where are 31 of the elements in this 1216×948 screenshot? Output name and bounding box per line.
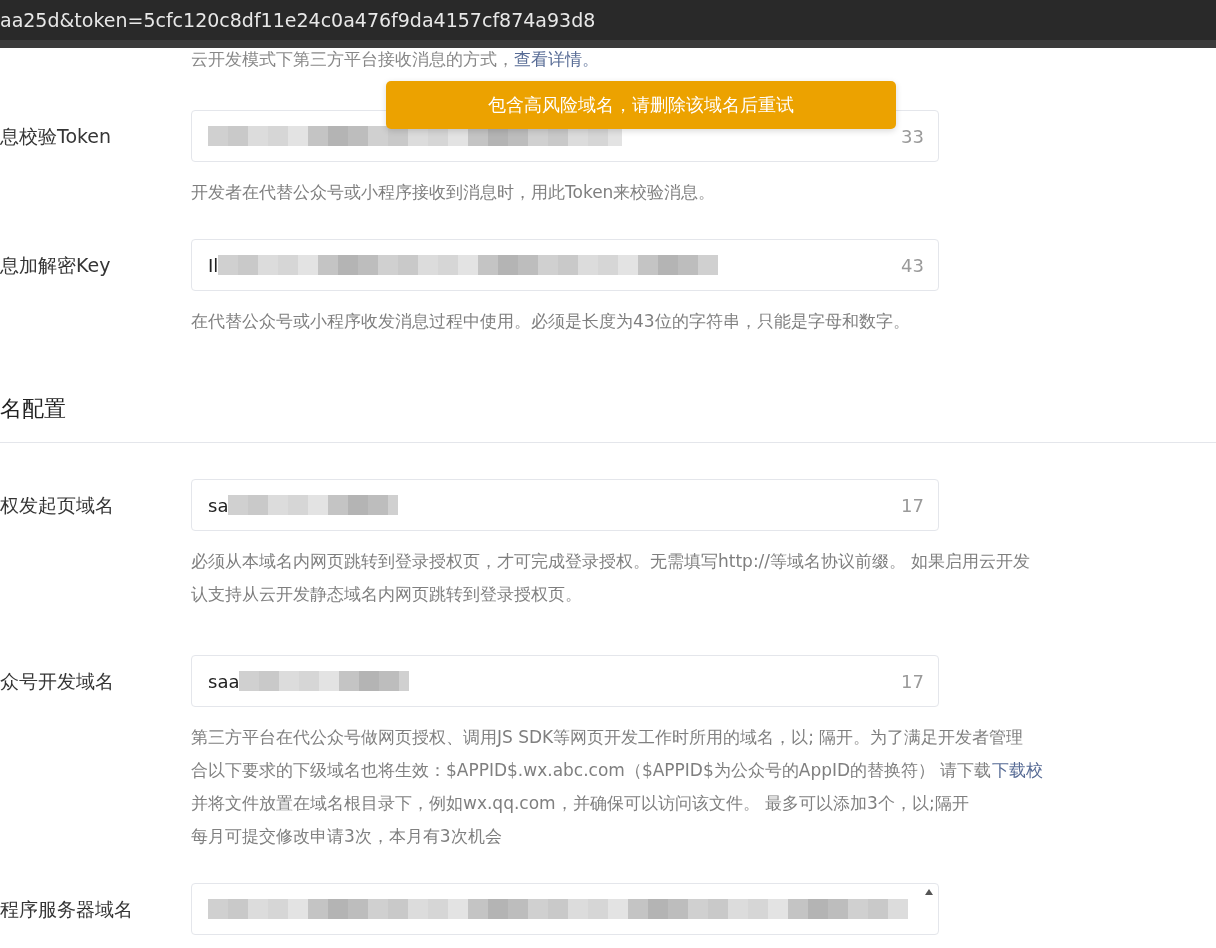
section-title: 名配置: [0, 394, 1216, 443]
input-field[interactable]: [191, 883, 939, 935]
field-label: 众号开发域名: [0, 669, 115, 694]
field-label: 权发起页域名: [0, 493, 115, 518]
char-count: 17: [901, 670, 924, 692]
field-label: 息校验Token: [0, 124, 113, 149]
help-text: 在代替公众号或小程序收发消息过程中使用。必须是长度为43位的字符串，只能是字母和数字。: [191, 310, 911, 333]
download-link[interactable]: 下载校: [991, 760, 1043, 780]
char-count: 43: [901, 254, 924, 276]
input-field[interactable]: sa 17: [191, 479, 939, 531]
help-text: 并将文件放置在域名根目录下，例如wx.qq.com，并确保可以访问该文件。 最多可以添加3个，以;隔开: [191, 792, 970, 815]
address-bar[interactable]: aa25d&token=5cfc120c8df11e24c0a476f9da4157cf874a93d8: [0, 0, 1216, 48]
field-value: saa: [208, 670, 240, 692]
field-value: Il: [208, 254, 219, 276]
field-label: 程序服务器域名: [0, 897, 134, 922]
warning-toast: 包含高风险域名，请删除该域名后重试: [386, 81, 896, 129]
help-text: 第三方平台在代公众号做网页授权、调用JS SDK等网页开发工作时所用的域名，以; 隔开。为了满足开发者管理: [191, 726, 1025, 749]
details-link[interactable]: 查看详情。: [514, 49, 599, 69]
help-text: 每月可提交修改申请3次，本月有3次机会: [191, 825, 503, 848]
help-text: 必须从本域名内网页跳转到登录授权页，才可完成登录授权。无需填写http://等域名协议前缀。 如果启用云开发: [191, 550, 1031, 573]
field-label: 息加解密Key: [0, 253, 112, 278]
intro-text: 云开发模式下第三方平台接收消息的方式，查看详情。: [191, 48, 599, 70]
field-value: sa: [208, 494, 229, 516]
help-text: 合以下要求的下级域名也将生效：$APPID$.wx.abc.com（$APPID$为公众号的AppID的替换符） 请下载下载校: [191, 759, 1043, 782]
help-text: 开发者在代替公众号或小程序接收到消息时，用此Token来校验消息。: [191, 181, 717, 204]
char-count: 17: [901, 494, 924, 516]
input-field[interactable]: Il 43: [191, 239, 939, 291]
help-text: 认支持从云开发静态域名内网页跳转到登录授权页。: [191, 583, 583, 606]
char-count: 33: [901, 125, 924, 147]
input-field[interactable]: saa 17: [191, 655, 939, 707]
scroll-up-icon[interactable]: [924, 888, 934, 896]
